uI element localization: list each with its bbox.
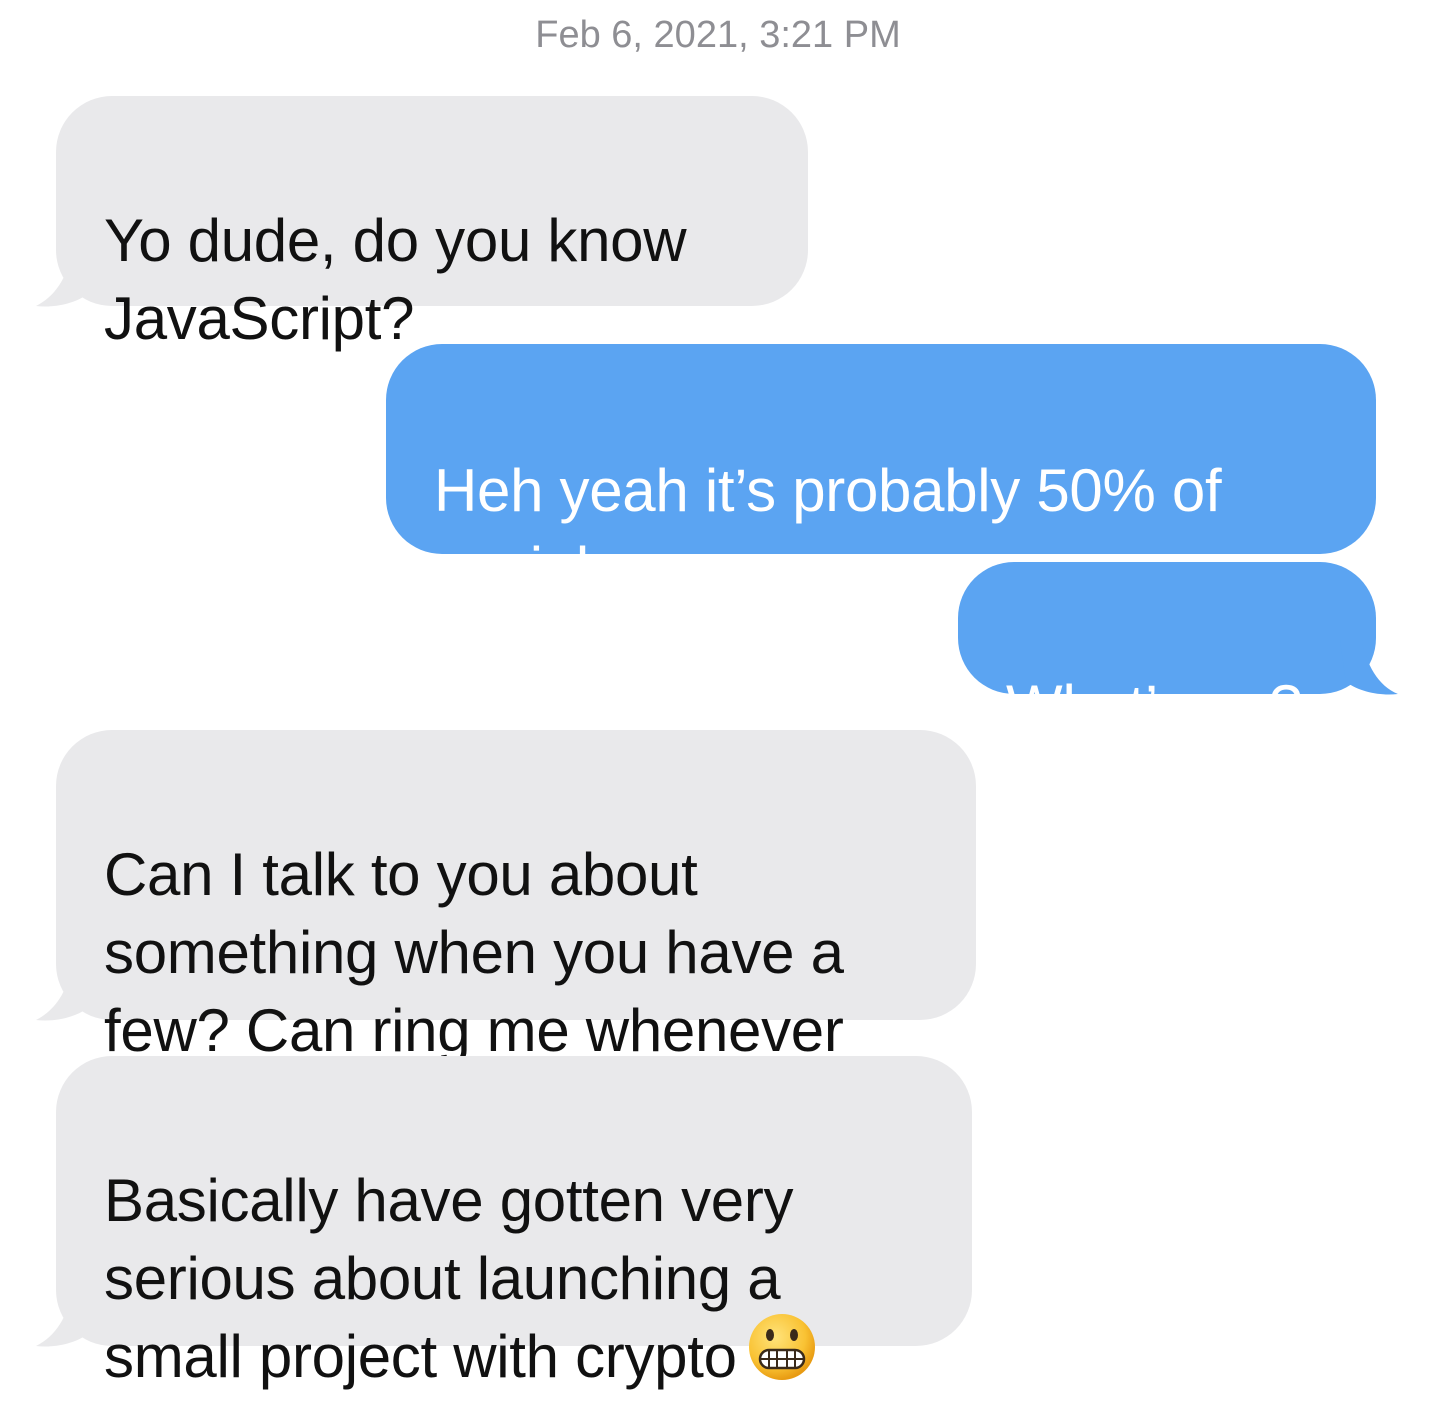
message-text: Basically have gotten very serious about… <box>104 1167 794 1390</box>
message-text: Yo dude, do you know JavaScript? <box>104 207 687 352</box>
incoming-message-bubble[interactable]: Can I talk to you about something when y… <box>56 730 976 1064</box>
grimacing-face-emoji-icon <box>747 1312 817 1401</box>
incoming-bubble-tail <box>36 1290 94 1347</box>
incoming-bubble-tail <box>36 250 94 307</box>
outgoing-message-bubble[interactable]: What’s up? <box>958 562 1376 740</box>
incoming-message-bubble[interactable]: Yo dude, do you know JavaScript? <box>56 96 808 352</box>
outgoing-message-bubble[interactable]: Heh yeah it’s probably 50% of my job <box>386 344 1376 602</box>
outgoing-bubble-tail <box>1340 640 1398 695</box>
message-text: Can I talk to you about something when y… <box>104 841 844 1064</box>
incoming-bubble-tail <box>36 964 94 1021</box>
incoming-message-bubble[interactable]: Basically have gotten very serious about… <box>56 1056 972 1390</box>
message-text: What’s up? <box>1006 673 1303 740</box>
message-timestamp: Feb 6, 2021, 3:21 PM <box>535 14 901 56</box>
